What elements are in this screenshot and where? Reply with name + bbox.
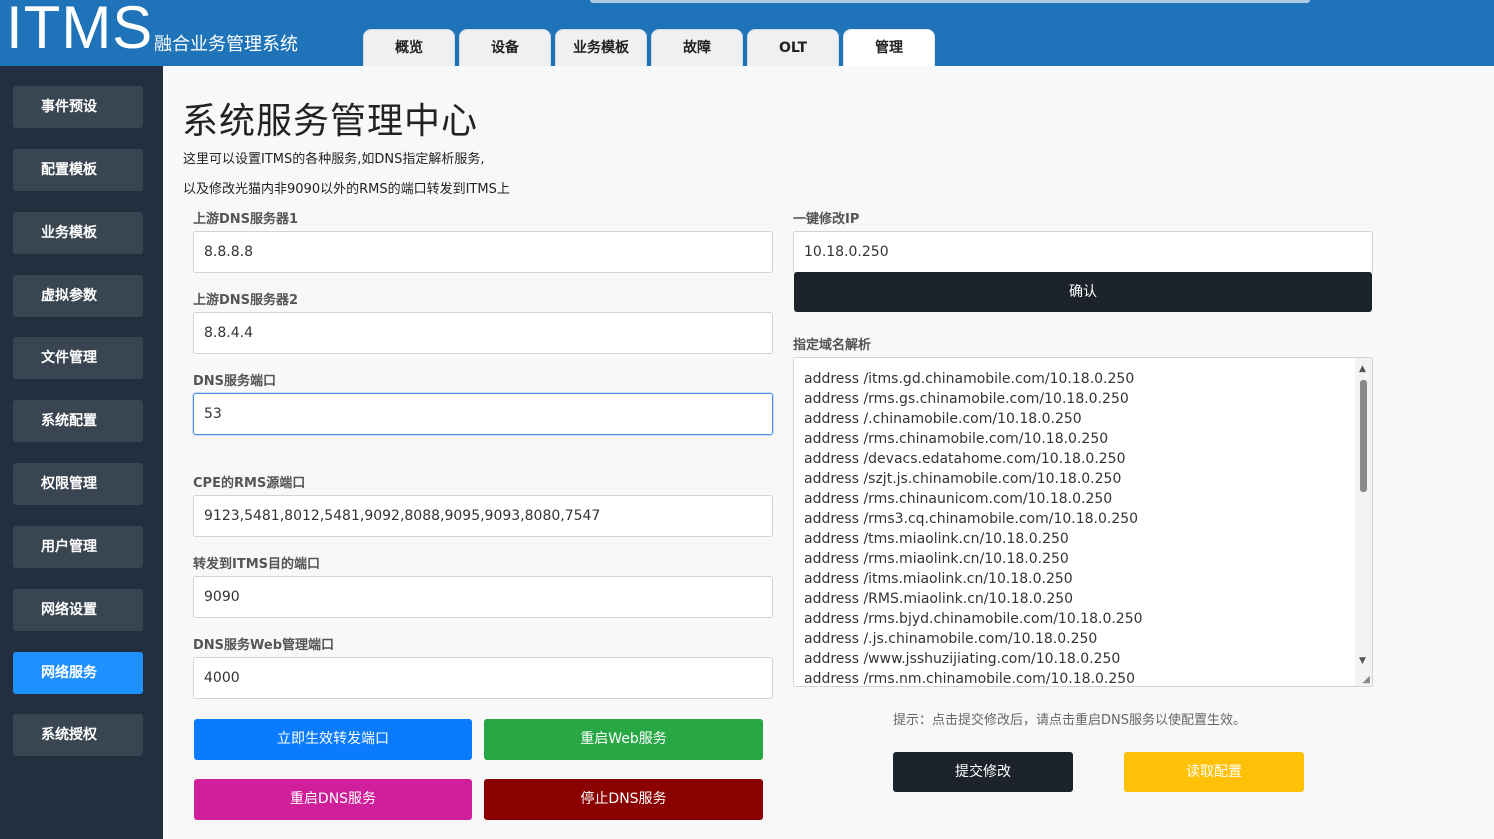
domain-line: address /devacs.edatahome.com/10.18.0.25… [804, 451, 1126, 467]
sidebar-item-service-templates[interactable]: 业务模板 [13, 212, 143, 254]
sidebar-item-permissions[interactable]: 权限管理 [13, 463, 143, 505]
domain-line: address /rms.chinaunicom.com/10.18.0.250 [804, 491, 1113, 507]
apply-forward-button[interactable]: 立即生效转发端口 [194, 719, 472, 760]
dns2-label: 上游DNS服务器2 [193, 293, 299, 308]
submit-button[interactable]: 提交修改 [893, 752, 1073, 792]
forward-port-field[interactable]: 9090 [193, 576, 773, 618]
domain-line: address /rms.chinamobile.com/10.18.0.250 [804, 431, 1109, 447]
main-nav-tabs: 概览 设备 业务模板 故障 OLT 管理 [363, 29, 935, 66]
forward-port-label: 转发到ITMS目的端口 [193, 557, 321, 572]
sidebar-item-network-settings[interactable]: 网络设置 [13, 589, 143, 631]
textarea-scrollbar[interactable]: ▲ ▼ [1355, 358, 1372, 686]
read-config-button[interactable]: 读取配置 [1124, 752, 1304, 792]
scroll-down-arrow-icon[interactable]: ▼ [1359, 656, 1366, 666]
domain-resolve-label: 指定域名解析 [793, 338, 872, 353]
sidebar-item-network-services[interactable]: 网络服务 [13, 652, 143, 694]
dns2-field[interactable]: 8.8.4.4 [193, 312, 773, 354]
web-port-field[interactable]: 4000 [193, 657, 773, 699]
domain-line: address /tms.miaolink.cn/10.18.0.250 [804, 531, 1069, 547]
stop-dns-button[interactable]: 停止DNS服务 [484, 779, 763, 820]
sidebar-item-config-templates[interactable]: 配置模板 [13, 149, 143, 191]
domain-line: address /itms.gd.chinamobile.com/10.18.0… [804, 371, 1135, 387]
domain-line: address /RMS.miaolink.cn/10.18.0.250 [804, 591, 1074, 607]
domain-line: address /rms3.cq.chinamobile.com/10.18.0… [804, 511, 1139, 527]
dns-port-field[interactable]: 53 [193, 393, 773, 435]
ip-change-field[interactable]: 10.18.0.250 [793, 231, 1373, 273]
tab-management[interactable]: 管理 [843, 29, 935, 66]
tab-olt[interactable]: OLT [747, 29, 839, 66]
sidebar-item-event-presets[interactable]: 事件预设 [13, 86, 143, 128]
sidebar-item-file-management[interactable]: 文件管理 [13, 337, 143, 379]
cpe-rms-port-label: CPE的RMS源端口 [193, 476, 306, 491]
app-subtitle: 融合业务管理系统 [154, 34, 298, 55]
sidebar-item-user-management[interactable]: 用户管理 [13, 526, 143, 568]
page-description-2: 以及修改光猫内非9090以外的RMS的端口转发到ITMS上 [183, 182, 510, 197]
restart-web-button[interactable]: 重启Web服务 [484, 719, 763, 760]
app-logo: ITMS [6, 0, 154, 61]
page-description-1: 这里可以设置ITMS的各种服务,如DNS指定解析服务, [183, 152, 485, 167]
domain-line: address /rms.nm.chinamobile.com/10.18.0.… [804, 671, 1136, 687]
domain-line: address /.chinamobile.com/10.18.0.250 [804, 411, 1082, 427]
domain-line: address /rms.miaolink.cn/10.18.0.250 [804, 551, 1069, 567]
confirm-button[interactable]: 确认 [794, 272, 1372, 312]
resize-handle-icon[interactable]: ◢ [1362, 674, 1370, 685]
scroll-up-arrow-icon[interactable]: ▲ [1359, 364, 1366, 374]
dns1-field[interactable]: 8.8.8.8 [193, 231, 773, 273]
top-header: ITMS 融合业务管理系统 概览 设备 业务模板 故障 OLT 管理 [0, 0, 1494, 66]
hint-text: 提示：点击提交修改后，请点击重启DNS服务以使配置生效。 [893, 713, 1246, 728]
web-port-label: DNS服务Web管理端口 [193, 638, 335, 653]
cpe-rms-port-field[interactable]: 9123,5481,8012,5481,9092,8088,9095,9093,… [193, 495, 773, 537]
dns-port-label: DNS服务端口 [193, 374, 277, 389]
page-title: 系统服务管理中心 [182, 101, 479, 142]
dns1-label: 上游DNS服务器1 [193, 212, 299, 227]
tab-overview[interactable]: 概览 [363, 29, 455, 66]
domain-line: address /rms.gs.chinamobile.com/10.18.0.… [804, 391, 1129, 407]
domain-line: address /.js.chinamobile.com/10.18.0.250 [804, 631, 1098, 647]
scrollbar-thumb[interactable] [1360, 380, 1367, 492]
domain-resolve-textarea[interactable]: address /itms.gd.chinamobile.com/10.18.0… [793, 357, 1373, 687]
tab-service-templates[interactable]: 业务模板 [555, 29, 647, 66]
tab-faults[interactable]: 故障 [651, 29, 743, 66]
sidebar-item-system-config[interactable]: 系统配置 [13, 400, 143, 442]
domain-lines: address /itms.gd.chinamobile.com/10.18.0… [804, 369, 1143, 687]
sidebar-item-system-license[interactable]: 系统授权 [13, 714, 143, 756]
domain-line: address /itms.miaolink.cn/10.18.0.250 [804, 571, 1073, 587]
sidebar: 事件预设 配置模板 业务模板 虚拟参数 文件管理 系统配置 权限管理 用户管理 … [0, 66, 163, 839]
domain-line: address /szjt.js.chinamobile.com/10.18.0… [804, 471, 1122, 487]
sidebar-item-virtual-params[interactable]: 虚拟参数 [13, 275, 143, 317]
restart-dns-button[interactable]: 重启DNS服务 [194, 779, 472, 820]
domain-line: address /www.jsshuzijiating.com/10.18.0.… [804, 651, 1121, 667]
tab-devices[interactable]: 设备 [459, 29, 551, 66]
header-glow [590, 0, 1310, 3]
ip-change-label: 一键修改IP [793, 212, 860, 227]
domain-line: address /rms.bjyd.chinamobile.com/10.18.… [804, 611, 1143, 627]
